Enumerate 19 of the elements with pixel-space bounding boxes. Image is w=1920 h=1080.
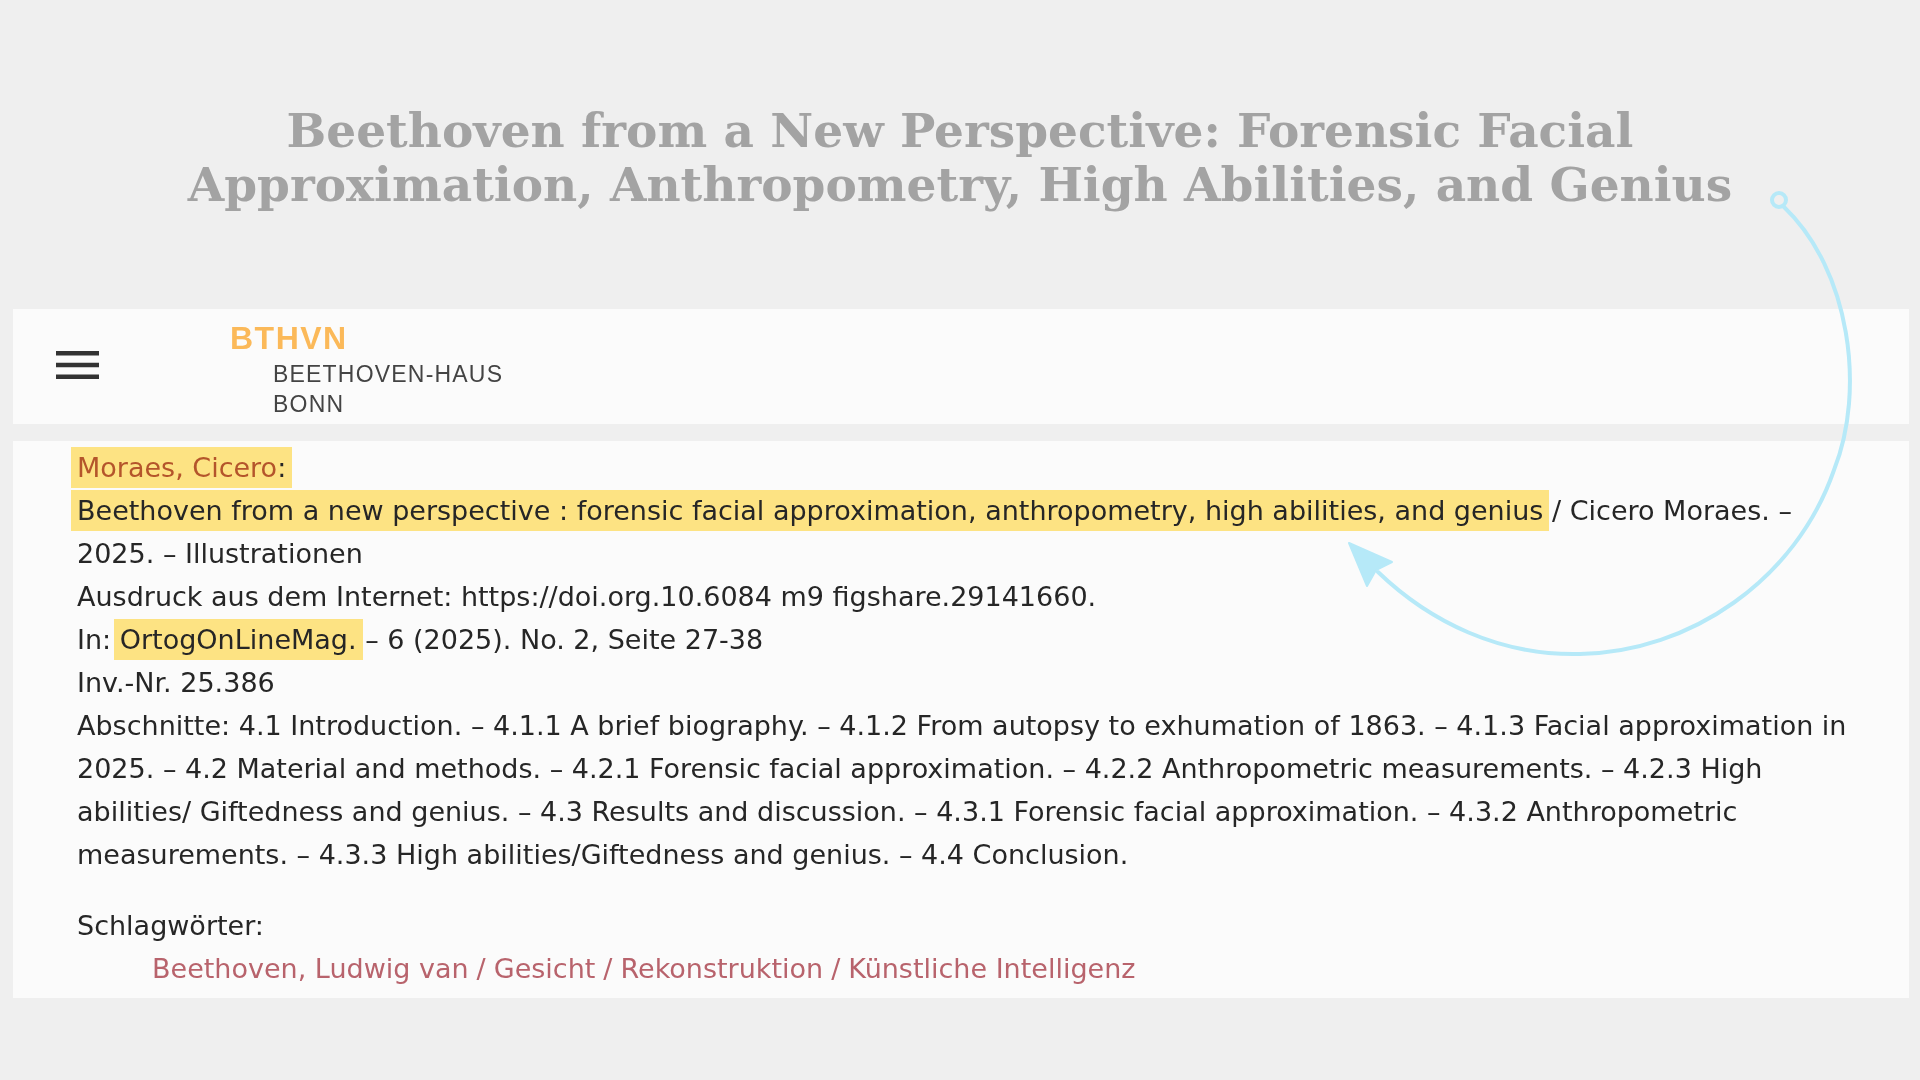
author-heading: Moraes, Cicero: [71,446,293,489]
subject-link[interactable]: Rekonstruktion [620,953,824,984]
separator-text: / [831,953,841,984]
subject-link[interactable]: Gesicht [493,953,596,984]
inventory-number: Inv.-Nr. 25.386 [76,666,276,700]
logo-subtitle: BEETHOVEN-HAUS [273,360,504,389]
internet-note: Ausdruck aus dem Internet: https://doi.org.10.6084 m9 figshare.29141660. [76,580,1098,614]
menu-icon[interactable] [56,350,99,379]
subjects-label: Schlagwörter: [76,909,265,943]
author-link[interactable]: Moraes, Cicero [77,452,278,483]
separator-text: / [476,953,486,984]
contents-paragraph: Abschnitte: 4.1 Introduction. – 4.1.1 A brief biography. – 4.1.2 From autopsy to exhumation of 1863. – 4.1.3 Facial approximation in 2025. – 4.2 Material and methods. – 4.2.1 Forensic facial approximation. – 4.2.2 Anthropometric measurements. – 4.2.3 High abilities/ Giftedness and genius. – 4.3 Results and discussion. – 4.3.1 Forensic facial approximation. – 4.3.2 Anthropometric measurements. – 4.3.3 High abilities/Giftedness and genius. – 4.4 Conclusion. [76,709,1848,872]
logo-subtitle: BONN [273,390,346,419]
source-line: In: OrtogOnLineMag. – 6 (2025). No. 2, Seite 27-38 [71,618,1855,661]
title-statement: Beethoven from a new perspective : forensic facial approximation, anthropometry, high abilities, and genius / Cicero Moraes. – 2025. – Illustrationen [71,489,1855,575]
separator-text: / [603,953,613,984]
subject-link[interactable]: Künstliche Intelligenz [848,953,1136,984]
subject-link[interactable]: Beethoven, Ludwig van [152,953,469,984]
page-title: Beethoven from a New Perspective: Forensic Facial Approximation, Anthropometry, High Abilities, and Genius [186,104,1734,212]
